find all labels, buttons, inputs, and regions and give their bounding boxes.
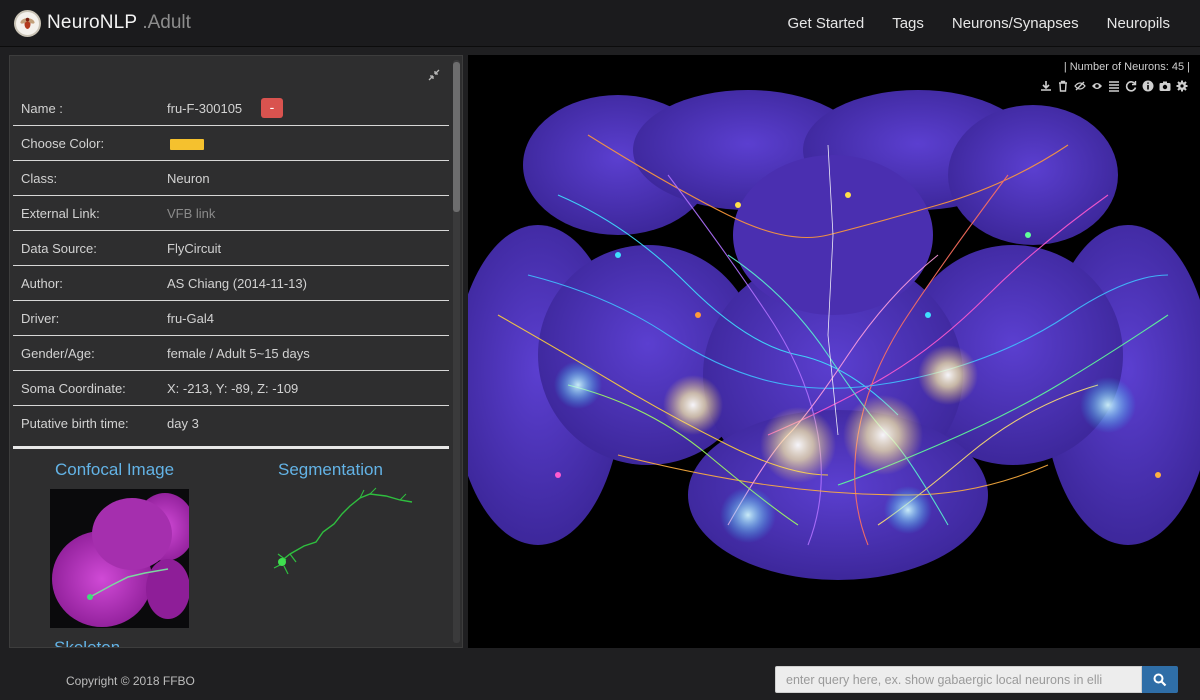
copyright-text: Copyright © 2018 FFBO (66, 674, 195, 688)
nav-tags[interactable]: Tags (892, 15, 924, 32)
nav-get-started[interactable]: Get Started (787, 15, 864, 32)
brand-subtitle: .Adult (142, 12, 191, 33)
row-data-source: Data Source: FlyCircuit (13, 231, 449, 266)
info-table: Name : fru-F-300105 - Choose Color: Clas… (13, 91, 449, 441)
neuron-info-panel: Name : fru-F-300105 - Choose Color: Clas… (9, 55, 463, 648)
search-button[interactable] (1142, 666, 1178, 693)
info-icon[interactable] (1142, 80, 1154, 92)
gender-age-label: Gender/Age: (21, 345, 95, 361)
top-navbar: NeuroNLP .Adult Get Started Tags Neurons… (0, 0, 1200, 47)
birth-time-value: day 3 (167, 416, 199, 431)
brain-visualization[interactable] (468, 55, 1200, 648)
driver-label: Driver: (21, 310, 60, 326)
gender-age-value: female / Adult 5~15 days (167, 345, 310, 361)
data-source-label: Data Source: (21, 240, 97, 256)
row-color: Choose Color: (13, 126, 449, 161)
query-input[interactable] (775, 666, 1142, 693)
eye-icon[interactable] (1091, 80, 1103, 92)
segmentation-image[interactable] (268, 484, 428, 584)
row-class: Class: Neuron (13, 161, 449, 196)
remove-neuron-button[interactable]: - (261, 98, 283, 118)
nav-neuropils[interactable]: Neuropils (1107, 15, 1170, 32)
row-soma-coordinate: Soma Coordinate: X: -213, Y: -89, Z: -10… (13, 371, 449, 406)
scrollbar-thumb[interactable] (453, 62, 460, 212)
row-external-link: External Link: VFB link (13, 196, 449, 231)
class-label: Class: (21, 170, 58, 186)
row-gender-age: Gender/Age: female / Adult 5~15 days (13, 336, 449, 371)
author-value: AS Chiang (2014-11-13) (167, 275, 307, 291)
viewer-toolbar (1040, 80, 1188, 92)
neuron-3d-viewer[interactable]: | Number of Neurons: 45 | (468, 55, 1200, 648)
row-name: Name : fru-F-300105 - (13, 91, 449, 126)
confocal-image-title: Confocal Image (55, 460, 175, 479)
name-label: Name : (21, 100, 63, 116)
list-icon[interactable] (1108, 80, 1120, 92)
media-divider (13, 446, 449, 449)
color-picker-swatch[interactable] (170, 139, 204, 150)
driver-value: fru-Gal4 (167, 310, 214, 326)
compress-icon[interactable] (428, 68, 440, 81)
trash-icon[interactable] (1057, 80, 1069, 92)
neuron-count: | Number of Neurons: 45 | (1063, 61, 1190, 73)
data-source-value: FlyCircuit (167, 240, 222, 256)
footer: Copyright © 2018 FFBO (0, 648, 1200, 700)
row-birth-time: Putative birth time: day 3 (13, 406, 449, 441)
camera-icon[interactable] (1159, 80, 1171, 92)
skeleton-title: Skeleton (54, 638, 121, 648)
soma-coordinate-value: X: -213, Y: -89, Z: -109 (167, 380, 299, 396)
brand-name: NeuroNLP (47, 12, 138, 33)
name-value: fru-F-300105 (167, 100, 243, 116)
download-icon[interactable] (1040, 80, 1052, 92)
soma-coordinate-label: Soma Coordinate: (21, 380, 126, 396)
gear-icon[interactable] (1176, 80, 1188, 92)
confocal-image[interactable] (50, 489, 189, 628)
author-label: Author: (21, 275, 63, 291)
row-driver: Driver: fru-Gal4 (13, 301, 449, 336)
external-link-label: External Link: (21, 205, 100, 221)
eye-slash-icon[interactable] (1074, 80, 1086, 92)
search-icon (1153, 673, 1167, 686)
birth-time-label: Putative birth time: (21, 416, 129, 431)
nav-neurons-synapses[interactable]: Neurons/Synapses (952, 15, 1079, 32)
nav-links: Get Started Tags Neurons/Synapses Neurop… (787, 0, 1200, 46)
fruit-fly-logo-icon (14, 9, 41, 37)
brand[interactable]: NeuroNLP .Adult (14, 8, 191, 38)
row-author: Author: AS Chiang (2014-11-13) (13, 266, 449, 301)
panel-scrollbar[interactable] (453, 60, 460, 643)
segmentation-title: Segmentation (278, 460, 383, 479)
refresh-icon[interactable] (1125, 80, 1137, 92)
class-value: Neuron (167, 170, 210, 186)
vfb-link[interactable]: VFB link (167, 206, 215, 221)
color-label: Choose Color: (21, 135, 105, 151)
